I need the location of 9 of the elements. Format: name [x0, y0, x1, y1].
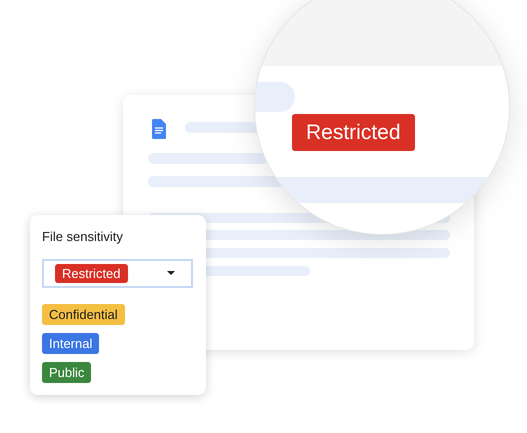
sensitivity-label: Confidential: [42, 304, 125, 325]
sensitivity-label: Restricted: [55, 264, 128, 283]
sensitivity-label: Internal: [42, 333, 100, 354]
document-icon: [152, 119, 166, 139]
sensitivity-label: Restricted: [292, 114, 415, 151]
panel-title: File sensitivity: [42, 228, 124, 246]
caret-icon: [167, 271, 175, 276]
sensitivity-dropdown[interactable]: Restricted: [42, 258, 193, 288]
sensitivity-label: Public: [42, 362, 92, 383]
